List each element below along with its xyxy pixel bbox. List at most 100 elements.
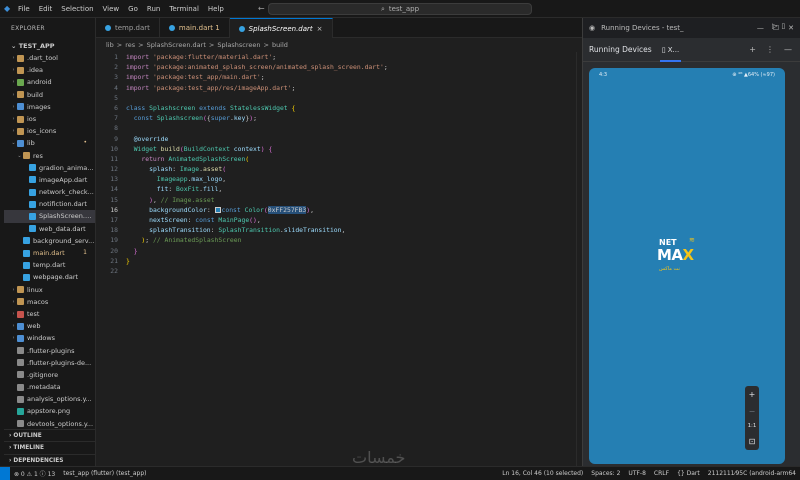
zoom-reset-button[interactable]: 1:1 <box>748 423 757 429</box>
device-tab[interactable]: ▯ X... <box>659 38 682 62</box>
command-center-search[interactable]: ⌕ test_app <box>268 3 532 15</box>
tree-item[interactable]: imageApp.dart <box>4 174 95 186</box>
tree-item[interactable]: SplashScreen.d... <box>4 210 95 223</box>
tree-item[interactable]: .metadata <box>4 381 95 393</box>
tab-temp-dart[interactable]: temp.dart <box>96 18 160 38</box>
breadcrumb-method[interactable]: build <box>272 38 288 52</box>
close-icon[interactable]: × <box>317 25 323 33</box>
problems-count[interactable]: ⊗ 0 ⚠ 1 ⓘ 13 <box>10 469 59 478</box>
breadcrumb-class[interactable]: Splashscreen <box>217 38 260 52</box>
tree-item[interactable]: › android <box>4 76 95 88</box>
section-dependencies[interactable]: › DEPENDENCIES <box>4 453 95 467</box>
code-line: 21} <box>110 256 130 265</box>
code-editor[interactable]: 1 import 'package:flutter/material.dart';… <box>96 52 582 276</box>
breadcrumb-lib[interactable]: lib <box>106 38 114 52</box>
folder-icon <box>17 127 24 135</box>
tree-item[interactable]: › linux <box>4 284 95 296</box>
tree-item[interactable]: › macos <box>4 296 95 308</box>
add-device-icon[interactable]: + <box>749 45 756 54</box>
encoding[interactable]: UTF-8 <box>624 470 650 477</box>
menu-go[interactable]: Go <box>128 5 138 13</box>
status-right: Ln 16, Col 46 (10 selected) Spaces: 2 UT… <box>498 470 800 477</box>
tree-item[interactable]: › images <box>4 101 95 113</box>
menu-selection[interactable]: Selection <box>61 5 93 13</box>
tree-item[interactable]: .flutter-plugins <box>4 345 95 357</box>
tree-item[interactable]: › test <box>4 308 95 320</box>
tree-item[interactable]: › .idea <box>4 64 95 76</box>
tree-item[interactable]: temp.dart <box>4 259 95 271</box>
tree-item-label: macos <box>27 297 49 306</box>
phone-status-icons: ⊕ ⁴ᴳ ▲64% (≈97) <box>732 72 775 78</box>
menu-terminal[interactable]: Terminal <box>169 5 199 13</box>
tree-item[interactable]: notifiction.dart <box>4 198 95 210</box>
breadcrumb-file[interactable]: SplashScreen.dart <box>147 38 206 52</box>
split-icon[interactable]: ▯ <box>781 22 785 30</box>
tree-item-label: ios <box>27 114 37 123</box>
tree-item-label: web_data.dart <box>39 224 86 233</box>
file-icon <box>17 359 24 367</box>
back-arrow-icon[interactable]: ← <box>258 4 265 13</box>
menu-view[interactable]: View <box>103 5 120 13</box>
tree-item[interactable]: .flutter-plugins-de... <box>4 357 95 369</box>
tree-item[interactable]: ⌄ res <box>4 150 95 162</box>
tab-splashscreen-dart[interactable]: SplashScreen.dart × <box>229 18 333 38</box>
flutter-device[interactable]: test_app (flutter) (test_app) <box>59 470 150 477</box>
tree-item[interactable]: background_serv... <box>4 235 95 247</box>
menu-edit[interactable]: Edit <box>39 5 53 13</box>
folder-icon <box>23 152 30 160</box>
tree-item[interactable]: › windows <box>4 332 95 344</box>
language-mode[interactable]: {} Dart <box>673 470 704 477</box>
run-icon[interactable]: ▷ <box>772 22 777 30</box>
zoom-in-button[interactable]: + <box>749 390 756 399</box>
tree-item[interactable]: webpage.dart <box>4 271 95 283</box>
cursor-position[interactable]: Ln 16, Col 46 (10 selected) <box>498 470 587 477</box>
explorer-root-folder[interactable]: ⌄ TEST_APP <box>4 40 95 52</box>
remote-indicator[interactable] <box>0 466 10 480</box>
dart-file-icon <box>29 200 36 208</box>
section-timeline[interactable]: › TIMELINE <box>4 441 95 454</box>
target-device[interactable]: 2112111⁄95C (android-arm64 <box>704 470 800 477</box>
tree-item[interactable]: › build <box>4 89 95 101</box>
section-outline[interactable]: › OUTLINE <box>4 428 95 442</box>
dart-file-icon <box>23 237 30 245</box>
menu-run[interactable]: Run <box>147 5 160 13</box>
tree-item[interactable]: .gitignore <box>4 369 95 381</box>
devices-window-title: Running Devices - test_ <box>601 24 684 32</box>
tree-item[interactable]: web_data.dart <box>4 223 95 235</box>
section-dependencies-label: DEPENDENCIES <box>13 457 64 464</box>
tree-item[interactable]: analysis_options.y... <box>4 393 95 405</box>
zoom-out-button[interactable]: − <box>749 407 756 416</box>
color-swatch-icon[interactable] <box>214 206 221 213</box>
tree-item[interactable]: appstore.png <box>4 405 95 417</box>
dart-file-icon <box>105 25 111 31</box>
tree-item-label: main.dart <box>33 249 65 257</box>
more-options-icon[interactable]: ⋮ <box>766 45 774 54</box>
tree-item[interactable]: network_check... <box>4 186 95 198</box>
emulator-screen[interactable]: 4:3 ⊕ ⁴ᴳ ▲64% (≈97) ≋ NET MAX نت ماكس + … <box>589 68 785 464</box>
tree-item-badge: 1 <box>83 249 87 256</box>
fit-screen-icon[interactable]: ⊡ <box>749 437 756 446</box>
tree-item[interactable]: › ios_icons <box>4 125 95 137</box>
file-icon <box>17 371 24 379</box>
code-line: 6 class Splashscreen extends StatelessWid… <box>114 103 296 112</box>
menu-file[interactable]: File <box>18 5 30 13</box>
dart-file-icon <box>238 25 245 32</box>
code-line: 20 } <box>110 246 138 255</box>
tab-main-dart[interactable]: main.dart 1 <box>160 18 230 38</box>
line-ending[interactable]: CRLF <box>650 470 673 477</box>
chevron-icon: › <box>12 128 15 135</box>
tree-item[interactable]: › .dart_tool <box>4 52 95 64</box>
tree-item[interactable]: gradion_animat... <box>4 162 95 174</box>
tree-item[interactable]: › ios <box>4 113 95 125</box>
chevron-icon: › <box>12 103 15 110</box>
tree-item[interactable]: ⌄ lib • <box>4 137 95 149</box>
breadcrumb-sep: > <box>208 41 215 49</box>
hide-panel-icon[interactable]: — <box>784 45 792 54</box>
breadcrumb-res[interactable]: res <box>125 38 135 52</box>
minimize-icon[interactable]: — <box>757 24 764 32</box>
indentation[interactable]: Spaces: 2 <box>587 470 624 477</box>
tree-item[interactable]: › web <box>4 320 95 332</box>
logo-arabic-text: نت ماكس <box>659 266 680 272</box>
tree-item[interactable]: main.dart 1 <box>4 247 95 259</box>
menu-help[interactable]: Help <box>208 5 224 13</box>
